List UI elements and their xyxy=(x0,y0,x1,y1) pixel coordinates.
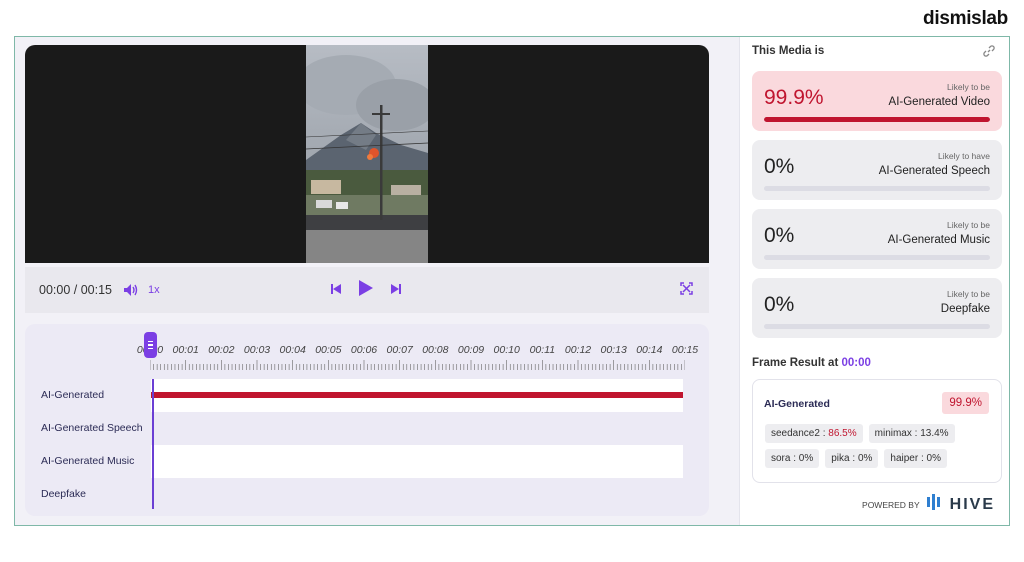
results-panel: This Media is 99.9% Likely to be AI-Genera… xyxy=(739,37,1009,525)
timeline-track: AI-Generated xyxy=(25,379,709,412)
frame-result-label: Frame Result at xyxy=(752,357,839,369)
time-display: 00:00 / 00:15 xyxy=(39,283,112,297)
video-frame-image xyxy=(306,45,428,263)
speed-button[interactable]: 1x xyxy=(148,284,160,296)
card-percentage: 0% xyxy=(764,224,795,247)
hive-logo-icon xyxy=(926,494,944,515)
tick-label: 00:05 xyxy=(315,344,342,356)
model-score-chip: seedance2 : 86.5% xyxy=(765,424,863,443)
card-category: AI-Generated Speech xyxy=(878,165,990,177)
result-card[interactable]: 0% Likely to be AI-Generated Music xyxy=(752,209,1002,269)
video-frame xyxy=(306,45,428,263)
track-label: AI-Generated xyxy=(41,389,105,401)
model-score-chip: pika : 0% xyxy=(825,449,879,468)
player-controls: 00:00 / 00:15 1x xyxy=(25,267,709,313)
app-window: 00:00 / 00:15 1x 00:01 00:02 00:03 00:04… xyxy=(14,36,1010,526)
ruler-ticks xyxy=(150,360,685,370)
tick-label: 00:04 xyxy=(279,344,306,356)
tick-label: 00:11 xyxy=(529,344,556,356)
timeline-track: AI-Generated Speech xyxy=(25,412,709,445)
tick-label: 00:01 xyxy=(172,344,199,356)
next-icon[interactable] xyxy=(390,282,402,300)
model-name: seedance2 : xyxy=(771,428,826,439)
tick-label: 00:15 xyxy=(671,344,699,356)
scrubber-handle[interactable] xyxy=(144,332,157,358)
prev-icon[interactable] xyxy=(330,282,342,300)
frame-result-box: AI-Generated 99.9% seedance2 : 86.5% mini… xyxy=(752,379,1002,483)
brand-logo: dismislab xyxy=(923,8,1008,29)
playhead-line xyxy=(152,379,154,509)
result-card[interactable]: 0% Likely to be Deepfake xyxy=(752,278,1002,338)
player-column: 00:00 / 00:15 1x 00:01 00:02 00:03 00:04… xyxy=(15,37,739,525)
timeline-track: Deepfake xyxy=(25,478,709,511)
card-percentage: 0% xyxy=(764,155,795,178)
panel-title: This Media is xyxy=(752,45,825,57)
card-category: AI-Generated Music xyxy=(887,234,990,246)
tick-label: 00:03 xyxy=(243,344,271,356)
tick-label: 00:14 xyxy=(636,344,663,356)
expand-icon[interactable] xyxy=(680,282,693,300)
tick-label: 00:09 xyxy=(457,344,485,356)
result-card[interactable]: 0% Likely to have AI-Generated Speech xyxy=(752,140,1002,200)
model-score: 0% xyxy=(926,453,941,464)
card-progress-track xyxy=(764,324,990,329)
model-score: 0% xyxy=(798,453,814,464)
hive-wordmark: HIVE xyxy=(949,495,995,513)
result-category: AI-Generated xyxy=(764,398,830,410)
model-name: haiper : xyxy=(890,453,924,464)
track-label: AI-Generated Music xyxy=(41,455,135,467)
model-score: 86.5% xyxy=(828,428,857,439)
result-score-badge: 99.9% xyxy=(942,392,989,414)
model-score-chip: minimax : 13.4% xyxy=(868,424,955,443)
card-progress-track xyxy=(764,255,990,260)
timeline-ruler: 00:0000:0100:0200:0300:0400:0500:0600:07… xyxy=(137,344,698,376)
video-viewport[interactable] xyxy=(25,45,709,263)
model-score-chip: sora : 0% xyxy=(765,449,820,468)
powered-by: POWERED BY HIVE xyxy=(862,494,995,515)
card-caption: Likely to have xyxy=(938,151,990,161)
track-background xyxy=(151,412,683,445)
tick-label: 00:13 xyxy=(600,344,627,356)
result-card[interactable]: 99.9% Likely to be AI-Generated Video xyxy=(752,71,1002,131)
card-caption: Likely to be xyxy=(947,220,990,230)
tick-label: 00:07 xyxy=(386,344,413,356)
timeline-panel: 00:0000:0100:0200:0300:0400:0500:0600:07… xyxy=(25,324,709,516)
card-percentage: 99.9% xyxy=(764,86,824,109)
track-detection-bar xyxy=(151,392,683,398)
model-name: pika : xyxy=(831,453,856,464)
timeline-track: AI-Generated Music xyxy=(25,445,709,478)
tick-label: 00:06 xyxy=(350,344,378,356)
track-background xyxy=(151,478,683,511)
play-icon[interactable] xyxy=(358,279,374,302)
powered-by-label: POWERED BY xyxy=(862,499,920,510)
card-caption: Likely to be xyxy=(947,82,990,92)
model-score-chip: haiper : 0% xyxy=(884,449,947,468)
link-icon[interactable] xyxy=(983,44,995,62)
model-name: sora : xyxy=(771,453,797,464)
tick-label: 00:10 xyxy=(493,344,520,356)
track-label: Deepfake xyxy=(41,488,86,500)
track-background xyxy=(151,445,683,478)
track-label: AI-Generated Speech xyxy=(41,422,143,434)
card-progress-fill xyxy=(764,117,990,122)
frame-result-heading: Frame Result at 00:00 xyxy=(752,357,871,369)
card-percentage: 0% xyxy=(764,293,795,316)
card-category: AI-Generated Video xyxy=(888,96,990,108)
volume-icon[interactable] xyxy=(123,284,138,296)
card-progress-track xyxy=(764,117,990,122)
model-name: minimax : xyxy=(874,428,918,439)
tick-label: 00:12 xyxy=(564,344,592,356)
model-chips: seedance2 : 86.5% minimax : 13.4% sora : 0… xyxy=(765,424,995,468)
model-score: 13.4% xyxy=(920,428,949,439)
tick-label: 00:08 xyxy=(422,344,449,356)
tick-label: 00:02 xyxy=(208,344,235,356)
model-score: 0% xyxy=(857,453,873,464)
transport-controls xyxy=(330,279,402,302)
card-caption: Likely to be xyxy=(947,289,990,299)
card-category: Deepfake xyxy=(940,303,990,315)
frame-result-time: 00:00 xyxy=(841,357,871,369)
card-progress-track xyxy=(764,186,990,191)
